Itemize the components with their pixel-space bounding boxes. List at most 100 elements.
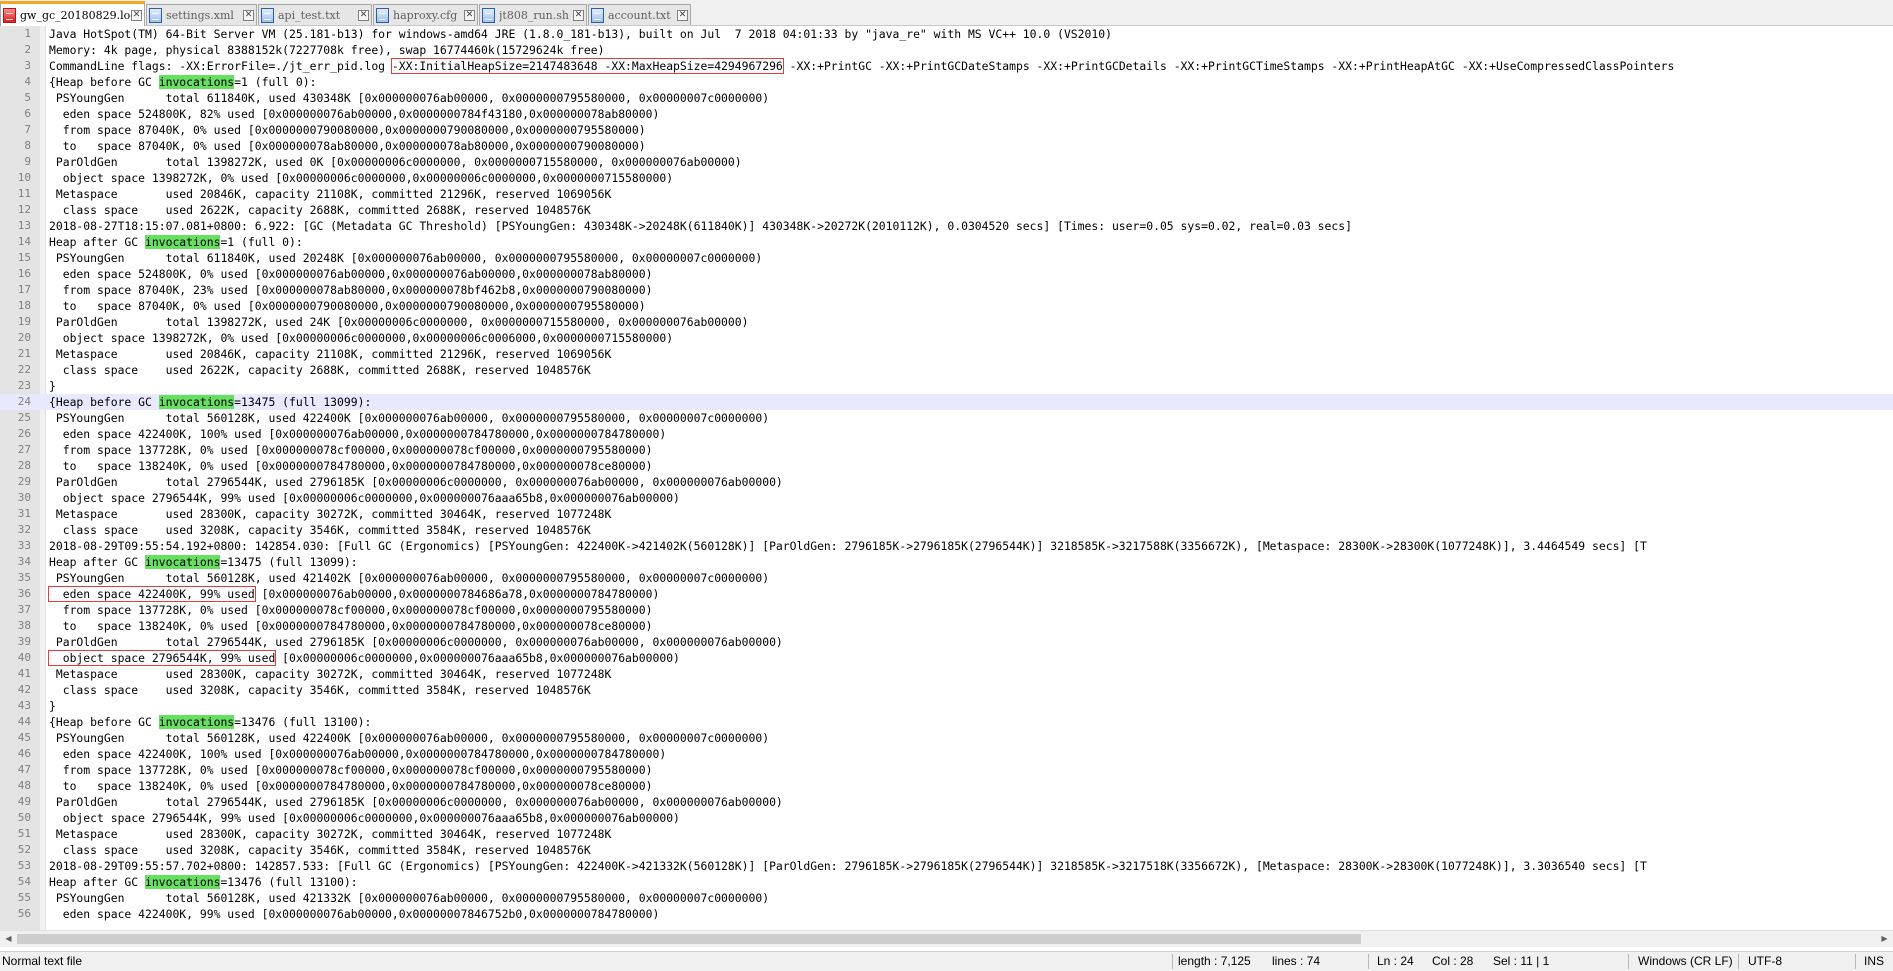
tab-account-txt[interactable]: account.txt ✕: [588, 4, 691, 25]
code-line[interactable]: 47 from space 137728K, 0% used [0x000000…: [0, 762, 1893, 778]
code-line[interactable]: 49 ParOldGen total 2796544K, used 279618…: [0, 794, 1893, 810]
line-number: 33: [17, 539, 31, 552]
code-line[interactable]: 14 Heap after GC invocations=1 (full 0):: [0, 234, 1893, 250]
length-label: length : 7,125: [1178, 954, 1251, 968]
code-line[interactable]: 5 PSYoungGen total 611840K, used 430348K…: [0, 90, 1893, 106]
code-line[interactable]: 17 from space 87040K, 23% used [0x000000…: [0, 282, 1893, 298]
tab-jt808-run-sh[interactable]: jt808_run.sh ✕: [479, 4, 587, 25]
code-line[interactable]: 4 {Heap before GC invocations=1 (full 0):: [0, 74, 1893, 90]
editor-lines[interactable]: 1 Java HotSpot(TM) 64-Bit Server VM (25.1…: [0, 26, 1893, 922]
line-number: 40: [17, 651, 31, 664]
code-line[interactable]: 8 to space 87040K, 0% used [0x000000078a…: [0, 138, 1893, 154]
code-line[interactable]: 9 ParOldGen total 1398272K, used 0K [0x0…: [0, 154, 1893, 170]
line-number: 9: [24, 155, 31, 168]
code-line[interactable]: 48 to space 138240K, 0% used [0x00000007…: [0, 778, 1893, 794]
horizontal-scrollbar[interactable]: ◀ ▶: [0, 930, 1893, 947]
close-icon[interactable]: ✕: [464, 9, 475, 21]
text-span: class space used 2622K, capacity 2688K, …: [49, 203, 591, 217]
selection-label: Sel : 11 | 1: [1493, 954, 1550, 968]
code-line[interactable]: 34 Heap after GC invocations=13475 (full …: [0, 554, 1893, 570]
code-line[interactable]: 19 ParOldGen total 1398272K, used 24K [0…: [0, 314, 1893, 330]
text-span: {Heap before GC: [49, 715, 159, 729]
line-text: {Heap before GC invocations=13476 (full …: [49, 714, 371, 730]
code-line[interactable]: 50 object space 2796544K, 99% used [0x00…: [0, 810, 1893, 826]
line-number: 27: [17, 443, 31, 456]
code-line[interactable]: 20 object space 1398272K, 0% used [0x000…: [0, 330, 1893, 346]
line-number: 49: [17, 795, 31, 808]
code-line[interactable]: 26 eden space 422400K, 100% used [0x0000…: [0, 426, 1893, 442]
tab-api-test-txt[interactable]: api_test.txt ✕: [258, 4, 372, 25]
encoding-label[interactable]: UTF-8: [1748, 952, 1782, 971]
code-line[interactable]: 16 eden space 524800K, 0% used [0x000000…: [0, 266, 1893, 282]
code-line[interactable]: 42 class space used 3208K, capacity 3546…: [0, 682, 1893, 698]
code-line[interactable]: 7 from space 87040K, 0% used [0x00000007…: [0, 122, 1893, 138]
code-line[interactable]: 15 PSYoungGen total 611840K, used 20248K…: [0, 250, 1893, 266]
status-bar: Normal text file length : 7,125 lines : …: [0, 951, 1893, 971]
close-icon[interactable]: ✕: [677, 9, 688, 21]
code-line[interactable]: 37 from space 137728K, 0% used [0x000000…: [0, 602, 1893, 618]
text-span: 2018-08-27T18:15:07.081+0800: 6.922: [GC…: [49, 219, 1352, 233]
code-line[interactable]: 44 {Heap before GC invocations=13476 (ful…: [0, 714, 1893, 730]
close-icon[interactable]: ✕: [131, 9, 142, 21]
text-editor[interactable]: 1 Java HotSpot(TM) 64-Bit Server VM (25.1…: [0, 26, 1893, 930]
code-line[interactable]: 10 object space 1398272K, 0% used [0x000…: [0, 170, 1893, 186]
code-line[interactable]: 6 eden space 524800K, 82% used [0x000000…: [0, 106, 1893, 122]
code-line[interactable]: 24 {Heap before GC invocations=13475 (ful…: [0, 394, 1893, 410]
code-line[interactable]: 28 to space 138240K, 0% used [0x00000007…: [0, 458, 1893, 474]
code-line[interactable]: 29 ParOldGen total 2796544K, used 279618…: [0, 474, 1893, 490]
code-line[interactable]: 46 eden space 422400K, 100% used [0x0000…: [0, 746, 1893, 762]
code-line[interactable]: 41 Metaspace used 28300K, capacity 30272…: [0, 666, 1893, 682]
scroll-right-arrow-icon[interactable]: ▶: [1876, 931, 1893, 947]
code-line[interactable]: 27 from space 137728K, 0% used [0x000000…: [0, 442, 1893, 458]
code-line[interactable]: 13 2018-08-27T18:15:07.081+0800: 6.922: […: [0, 218, 1893, 234]
code-line[interactable]: 3 CommandLine flags: -XX:ErrorFile=./jt_e…: [0, 58, 1893, 74]
code-line[interactable]: 33 2018-08-29T09:55:54.192+0800: 142854.0…: [0, 538, 1893, 554]
code-line[interactable]: 55 PSYoungGen total 560128K, used 421332…: [0, 890, 1893, 906]
code-line[interactable]: 30 object space 2796544K, 99% used [0x00…: [0, 490, 1893, 506]
code-line[interactable]: 12 class space used 2622K, capacity 2688…: [0, 202, 1893, 218]
code-line[interactable]: 32 class space used 3208K, capacity 3546…: [0, 522, 1893, 538]
line-text: ParOldGen total 2796544K, used 2796185K …: [49, 474, 783, 490]
text-span: Metaspace used 28300K, capacity 30272K, …: [49, 507, 612, 521]
cursor-line-label: Ln : 24: [1377, 954, 1414, 968]
status-divider: [1855, 954, 1856, 969]
code-line[interactable]: 38 to space 138240K, 0% used [0x00000007…: [0, 618, 1893, 634]
code-line[interactable]: 39 ParOldGen total 2796544K, used 279618…: [0, 634, 1893, 650]
close-icon[interactable]: ✕: [358, 9, 369, 21]
code-line[interactable]: 25 PSYoungGen total 560128K, used 422400…: [0, 410, 1893, 426]
code-line[interactable]: 1 Java HotSpot(TM) 64-Bit Server VM (25.1…: [0, 26, 1893, 42]
code-line[interactable]: 35 PSYoungGen total 560128K, used 421402…: [0, 570, 1893, 586]
close-icon[interactable]: ✕: [243, 9, 254, 21]
code-line[interactable]: 11 Metaspace used 20846K, capacity 21108…: [0, 186, 1893, 202]
line-text: to space 138240K, 0% used [0x00000007847…: [49, 458, 653, 474]
tab-haproxy-cfg[interactable]: haproxy.cfg ✕: [373, 4, 478, 25]
text-span: eden space 524800K, 0% used [0x000000076…: [49, 267, 653, 281]
code-line[interactable]: 22 class space used 2622K, capacity 2688…: [0, 362, 1893, 378]
code-line[interactable]: 56 eden space 422400K, 99% used [0x00000…: [0, 906, 1893, 922]
code-line[interactable]: 52 class space used 3208K, capacity 3546…: [0, 842, 1893, 858]
code-line[interactable]: 45 PSYoungGen total 560128K, used 422400…: [0, 730, 1893, 746]
code-line[interactable]: 21 Metaspace used 20846K, capacity 21108…: [0, 346, 1893, 362]
code-line[interactable]: 18 to space 87040K, 0% used [0x000000079…: [0, 298, 1893, 314]
code-line[interactable]: 40 object space 2796544K, 99% used [0x00…: [0, 650, 1893, 666]
tab-settings-xml[interactable]: settings.xml ✕: [146, 4, 257, 25]
code-line[interactable]: 54 Heap after GC invocations=13476 (full …: [0, 874, 1893, 890]
scrollbar-thumb[interactable]: [17, 934, 1361, 944]
status-divider: [1738, 954, 1739, 969]
code-line[interactable]: 43}: [0, 698, 1893, 714]
line-ending-label[interactable]: Windows (CR LF): [1638, 952, 1733, 971]
line-number: 8: [24, 139, 31, 152]
scroll-left-arrow-icon[interactable]: ◀: [0, 931, 17, 947]
code-line[interactable]: 51 Metaspace used 28300K, capacity 30272…: [0, 826, 1893, 842]
code-line[interactable]: 31 Metaspace used 28300K, capacity 30272…: [0, 506, 1893, 522]
tab-gw-gc-log[interactable]: gw_gc_20180829.log ✕: [0, 1, 145, 26]
close-icon[interactable]: ✕: [573, 9, 584, 21]
line-text: object space 1398272K, 0% used [0x000000…: [49, 330, 673, 346]
code-line[interactable]: 53 2018-08-29T09:55:57.702+0800: 142857.5…: [0, 858, 1893, 874]
line-text: PSYoungGen total 611840K, used 430348K […: [49, 90, 769, 106]
text-span: Metaspace used 20846K, capacity 21108K, …: [49, 187, 612, 201]
cursor-column-label: Col : 28: [1432, 954, 1474, 968]
code-line[interactable]: 2 Memory: 4k page, physical 8388152k(7227…: [0, 42, 1893, 58]
code-line[interactable]: 23}: [0, 378, 1893, 394]
code-line[interactable]: 36 eden space 422400K, 99% used [0x00000…: [0, 586, 1893, 602]
